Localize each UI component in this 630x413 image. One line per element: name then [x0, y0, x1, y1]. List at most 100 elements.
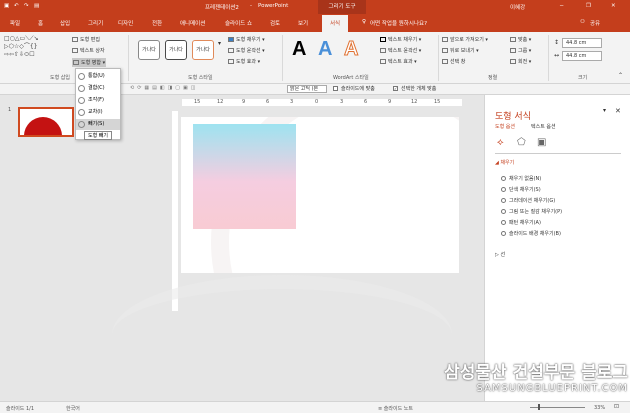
- tab-animations[interactable]: 애니메이션: [180, 19, 205, 27]
- insert-shapes-label: 도형 삽입: [50, 75, 70, 81]
- wordart-style-outline[interactable]: A: [343, 38, 358, 61]
- shape-effects-button[interactable]: 도형 효과 ▾: [228, 58, 260, 65]
- pane-title: 도형 서식: [495, 112, 531, 122]
- shape-style-more[interactable]: ▾: [218, 40, 221, 47]
- watermark-url: SAMSUNGBLUEPRINT.COM: [476, 383, 628, 394]
- tab-shape-options[interactable]: 도형 옵션: [495, 123, 515, 130]
- fill-none-option[interactable]: 채우기 없음(N): [501, 175, 541, 182]
- fill-solid-option[interactable]: 단색 채우기(S): [501, 186, 541, 193]
- slide-editor: 15 12 9 6 3 0 3 6 9 12 15: [82, 95, 480, 401]
- align-button[interactable]: 맞춤 ▾: [510, 36, 531, 43]
- fill-bucket-icon: [228, 37, 234, 42]
- shape-fill-button[interactable]: 도형 채우기 ▾: [228, 36, 265, 43]
- text-box-button[interactable]: 텍스트 상자: [72, 47, 105, 54]
- gradient-rectangle[interactable]: [193, 124, 296, 229]
- tab-format[interactable]: 서식: [322, 15, 349, 32]
- union-icon: [78, 73, 85, 80]
- menu-item-intersect[interactable]: 교차(I): [76, 107, 120, 118]
- notes-button[interactable]: ≡ 슬라이드 노트: [378, 405, 413, 412]
- tab-insert[interactable]: 삽입: [60, 19, 70, 27]
- pen-icon: [228, 48, 234, 53]
- line-section-toggle[interactable]: ▷ 선: [495, 251, 505, 258]
- menu-item-union[interactable]: 통합(U): [76, 71, 120, 82]
- tab-draw[interactable]: 그리기: [88, 19, 103, 27]
- ribbon-tabs: 파일 홈 삽입 그리기 디자인 전환 애니메이션 슬라이드 쇼 검토 보기 서식…: [0, 14, 630, 32]
- slide-fit-checkbox[interactable]: [333, 86, 338, 91]
- shape-style-1[interactable]: 가나다: [138, 40, 160, 60]
- radio-icon: [501, 176, 506, 181]
- slide-canvas[interactable]: [181, 117, 459, 273]
- collapse-ribbon-icon[interactable]: ⌃: [618, 72, 623, 79]
- shape-style-3[interactable]: 가나다: [192, 40, 214, 60]
- menu-item-fragment[interactable]: 조각(F): [76, 95, 120, 106]
- align-icon: [510, 37, 516, 42]
- width-field[interactable]: 44.8 cm: [562, 51, 602, 61]
- tell-me-box[interactable]: 어떤 작업을 원하시나요?: [370, 19, 427, 27]
- tab-file[interactable]: 파일: [10, 19, 20, 27]
- tab-text-options[interactable]: 텍스트 옵션: [531, 123, 556, 130]
- close-button[interactable]: ✕: [611, 3, 616, 9]
- text-fill-button[interactable]: 텍스트 채우기 ▾: [380, 36, 421, 43]
- fill-background-option[interactable]: 슬라이드 배경 채우기(B): [501, 230, 561, 237]
- zoom-thumb[interactable]: [538, 404, 540, 410]
- line-section-label: 선: [500, 252, 506, 258]
- selected-fit-checkbox[interactable]: ✓: [393, 86, 398, 91]
- shape-gallery[interactable]: □○△▭⟍⟋↘ ▷⬡☆◇⌒{} ⇨⇦⇧⇩⬭☐: [4, 35, 66, 67]
- pane-close-icon[interactable]: ✕: [615, 107, 621, 115]
- maximize-button[interactable]: ❐: [586, 3, 591, 9]
- text-outline-button[interactable]: 텍스트 윤곽선 ▾: [380, 47, 421, 54]
- merge-shapes-icon: [73, 60, 79, 65]
- tab-review[interactable]: 검토: [270, 19, 280, 27]
- language-indicator[interactable]: 한국어: [66, 405, 80, 412]
- fill-pattern-option[interactable]: 패턴 채우기(A): [501, 219, 541, 226]
- user-name[interactable]: 이혜강: [510, 3, 525, 11]
- fit-slide-icon[interactable]: ⊡: [614, 403, 619, 410]
- shape-style-2[interactable]: 가나다: [165, 40, 187, 60]
- quick-tools-icons[interactable]: ⟲⟳▦▤◧◨▢▣◫: [130, 85, 198, 91]
- save-icon[interactable]: ▣: [4, 3, 9, 9]
- wordart-style-blue[interactable]: A: [318, 38, 332, 61]
- shape-outline-button[interactable]: 도형 윤곽선 ▾: [228, 47, 265, 54]
- rotate-button[interactable]: 회전 ▾: [510, 58, 531, 65]
- edit-shape-button[interactable]: 도형 편집: [72, 36, 100, 43]
- text-box-icon: [72, 48, 78, 53]
- tab-view[interactable]: 보기: [298, 19, 308, 27]
- selection-pane-button[interactable]: 선택 창: [442, 58, 465, 65]
- selected-fit-label: 선택한 개체 맞춤: [401, 86, 437, 92]
- share-button[interactable]: 공유: [590, 19, 600, 27]
- pane-options-icon[interactable]: ▾: [603, 107, 606, 114]
- present-icon[interactable]: ▤: [34, 3, 39, 9]
- bring-forward-button[interactable]: 앞으로 가져오기 ▾: [442, 36, 488, 43]
- ruler-tick: 12: [217, 99, 224, 105]
- size-properties-icon[interactable]: ▣: [537, 137, 546, 148]
- tab-design[interactable]: 디자인: [118, 19, 133, 27]
- slide-thumbnail[interactable]: [18, 107, 74, 137]
- effects-pentagon-icon[interactable]: ⬠: [517, 137, 526, 148]
- height-field[interactable]: 44.8 cm: [562, 38, 602, 48]
- zoom-level[interactable]: 33%: [594, 405, 605, 411]
- fill-line-icon[interactable]: ⟡: [497, 137, 504, 148]
- tab-home[interactable]: 홈: [38, 19, 43, 27]
- ruler-tick: 0: [315, 99, 319, 105]
- minimize-button[interactable]: ─: [560, 3, 563, 9]
- menu-item-subtract[interactable]: 빼기(S): [76, 119, 120, 130]
- redo-icon[interactable]: ↷: [24, 3, 29, 9]
- merge-shapes-button[interactable]: 도형 병합 ▾: [72, 58, 107, 67]
- menu-item-combine[interactable]: 결합(C): [76, 83, 120, 94]
- slide-fit-label: 슬라이드에 맞춤: [341, 86, 375, 92]
- group-button[interactable]: 그룹 ▾: [510, 47, 531, 54]
- undo-icon[interactable]: ↶: [14, 3, 19, 9]
- font-select[interactable]: 맑은 고딕 (본: [287, 85, 327, 93]
- text-effects-button[interactable]: 텍스트 효과 ▾: [380, 58, 417, 65]
- fragment-icon: [78, 97, 85, 104]
- tab-transitions[interactable]: 전환: [152, 19, 162, 27]
- fill-gradient-option[interactable]: 그라데이션 채우기(G): [501, 197, 555, 204]
- tab-slideshow[interactable]: 슬라이드 쇼: [225, 19, 252, 27]
- app-name: PowerPoint: [258, 3, 289, 9]
- edit-shape-icon: [72, 37, 78, 42]
- send-backward-button[interactable]: 뒤로 보내기 ▾: [442, 47, 479, 54]
- fill-section-toggle[interactable]: ◢ 채우기: [495, 159, 514, 166]
- width-icon: ↔: [554, 52, 560, 59]
- fill-picture-option[interactable]: 그림 또는 질감 채우기(P): [501, 208, 562, 215]
- wordart-style-black[interactable]: A: [292, 38, 306, 61]
